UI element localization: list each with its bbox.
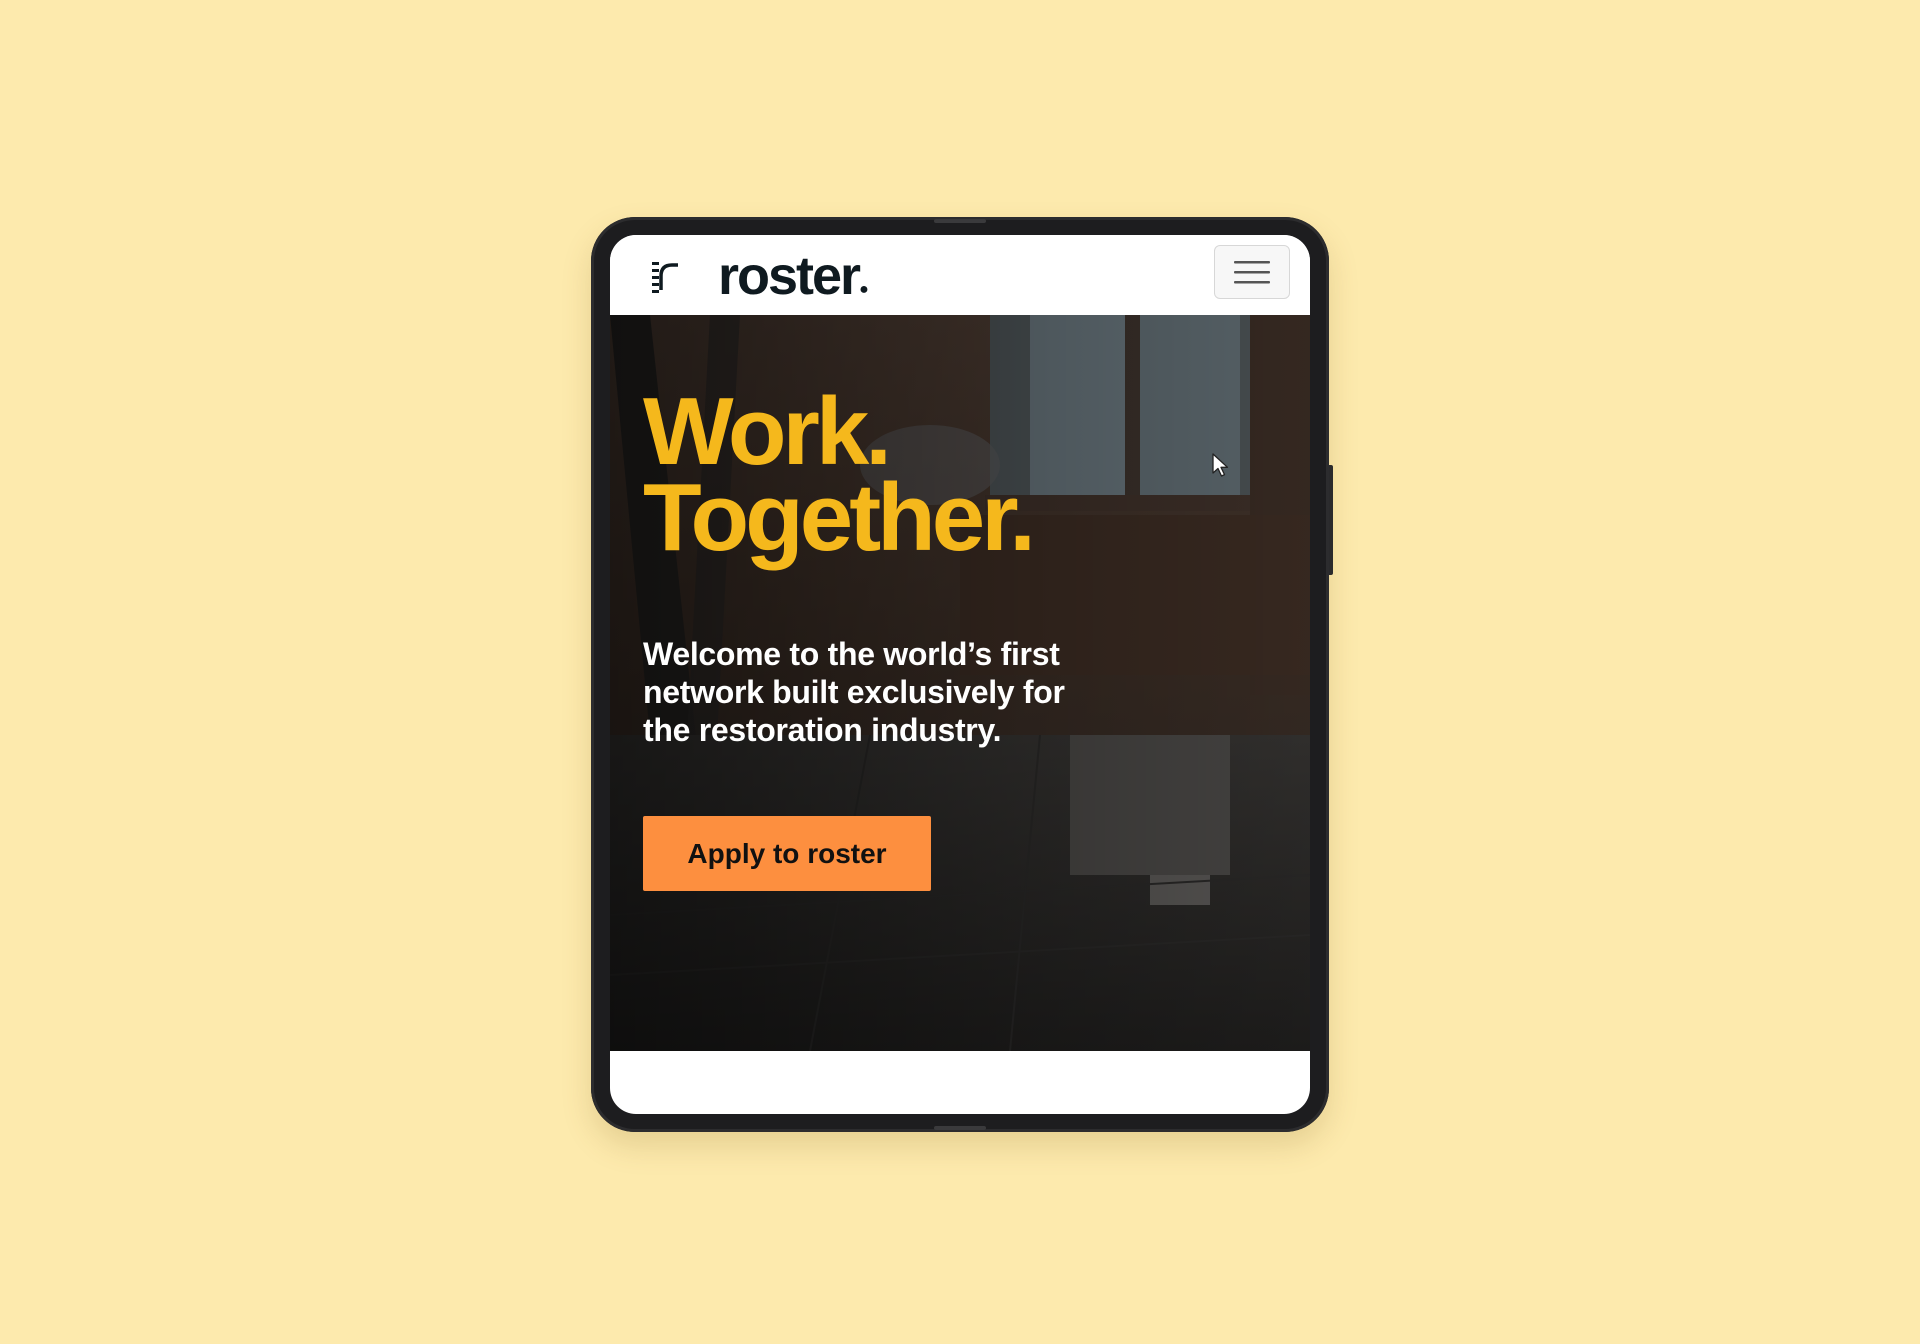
apply-to-roster-button[interactable]: Apply to roster bbox=[643, 816, 931, 891]
hero-headline: Work. Together. bbox=[643, 378, 1036, 571]
logo-wordmark: roster● bbox=[718, 249, 869, 303]
site-header: roster● bbox=[610, 235, 1310, 315]
logo-registered-dot: ● bbox=[859, 281, 869, 298]
foldable-phone-frame: roster● Work. Together. Welcome to the w… bbox=[591, 217, 1333, 1132]
menu-toggle-button[interactable] bbox=[1214, 245, 1290, 299]
mouse-cursor-icon bbox=[1212, 453, 1229, 477]
hamburger-icon bbox=[1234, 261, 1270, 284]
tagline-line-1: Welcome to the world’s first bbox=[643, 636, 1060, 672]
headline-line-2: Together. bbox=[643, 464, 1036, 571]
tagline-line-3: the restoration industry. bbox=[643, 712, 1002, 748]
brand-logo-link[interactable]: roster● bbox=[650, 249, 869, 303]
device-screen: roster● Work. Together. Welcome to the w… bbox=[610, 235, 1310, 1114]
tagline-line-2: network built exclusively for bbox=[643, 674, 1065, 710]
hero-tagline: Welcome to the world’s first network bui… bbox=[643, 635, 1163, 749]
logo-text: roster bbox=[718, 246, 861, 306]
hinge-bottom bbox=[934, 1126, 986, 1130]
side-key bbox=[1329, 465, 1333, 575]
hinge-top bbox=[934, 219, 986, 223]
headline-line-1: Work. bbox=[643, 378, 892, 485]
hero-section: Work. Together. Welcome to the world’s f… bbox=[610, 315, 1310, 1051]
roster-mark-icon bbox=[652, 262, 678, 293]
